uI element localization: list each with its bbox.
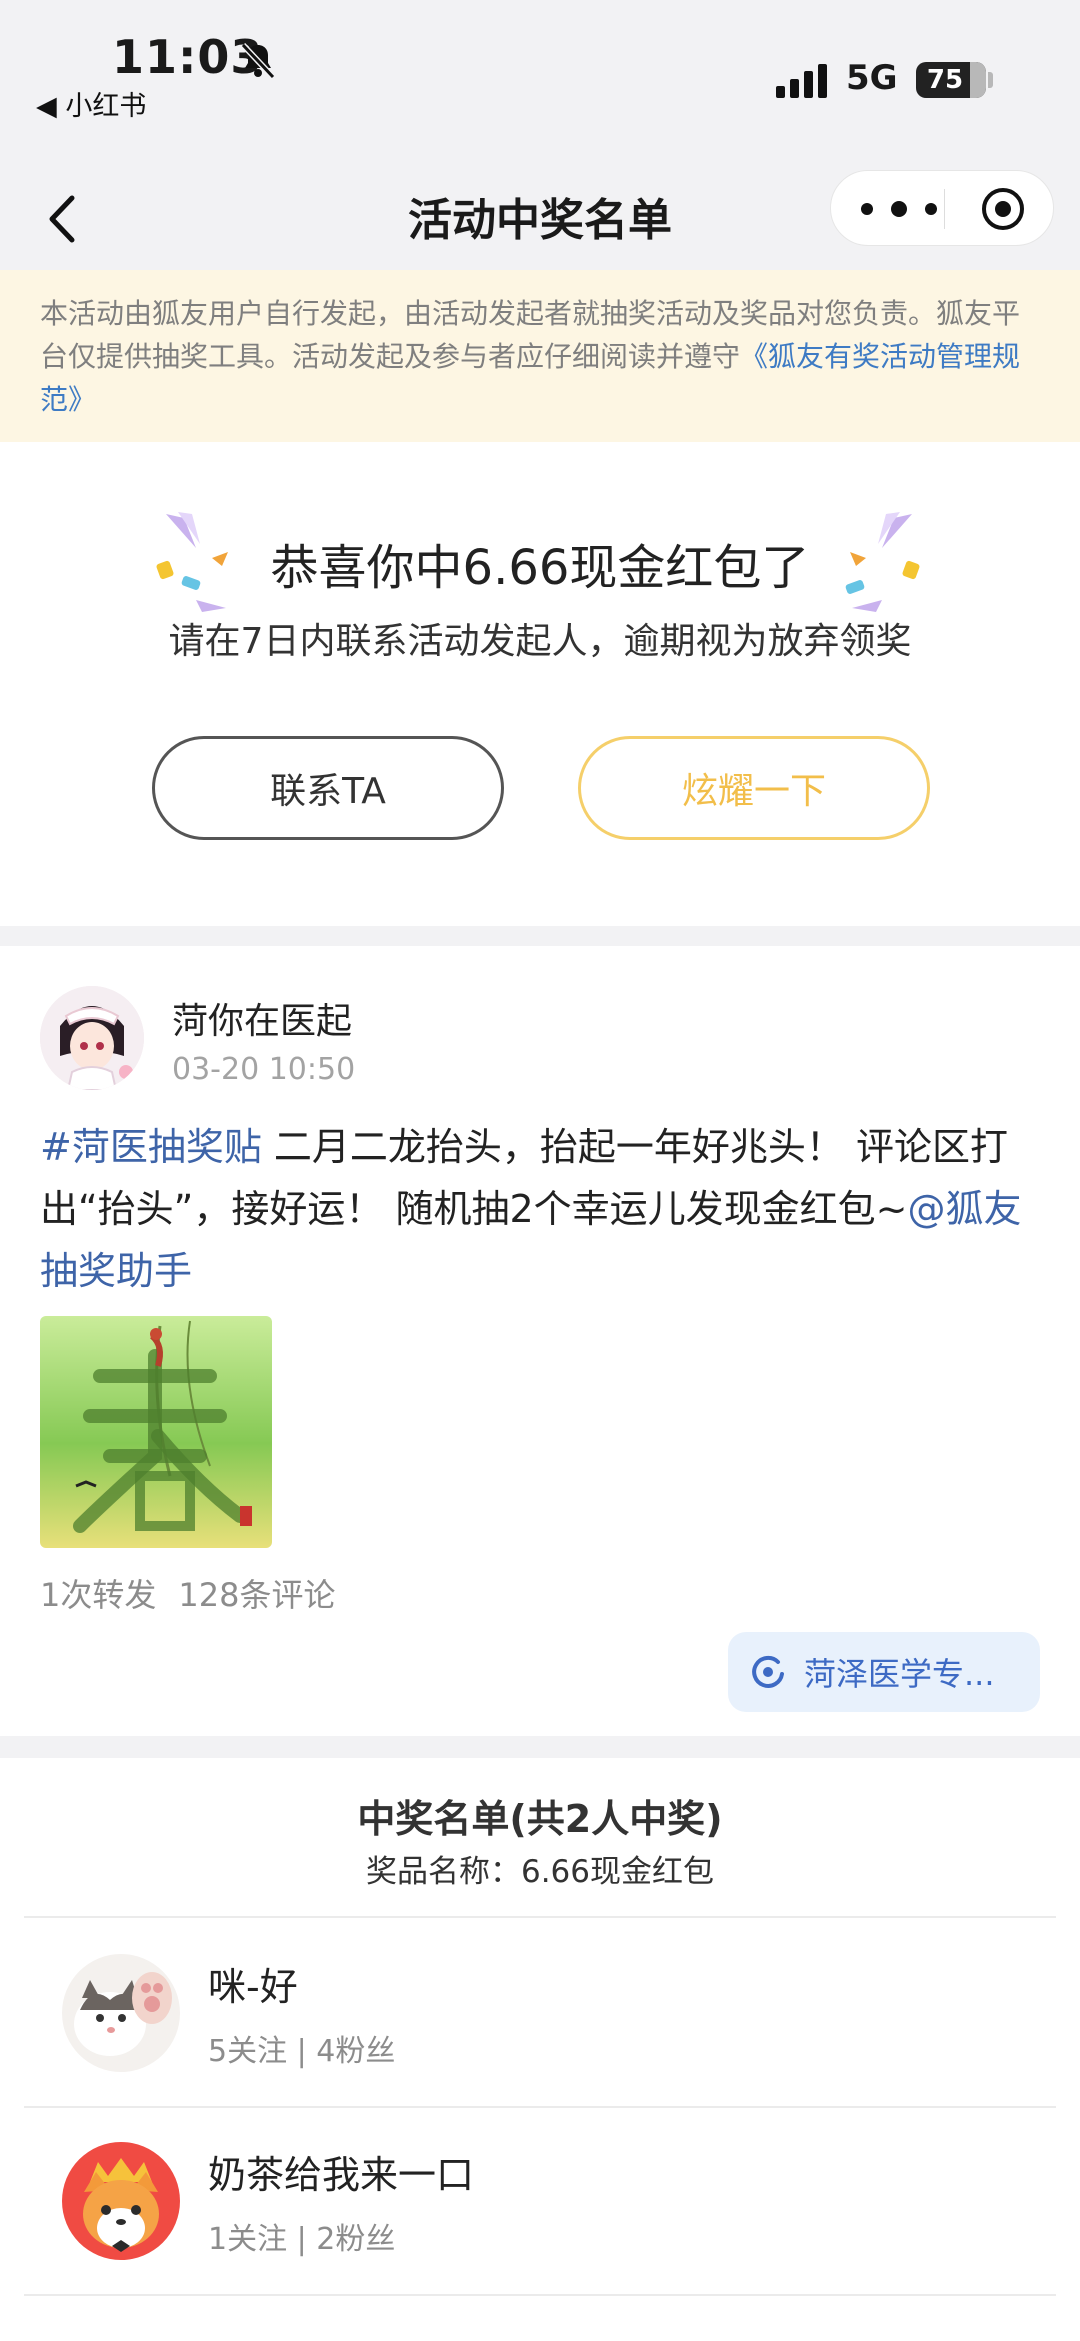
winner-list-title: 中奖名单(共2人中奖) — [357, 1797, 723, 1841]
repost-count[interactable]: 1次转发 — [40, 1576, 156, 1614]
nav-bar: 活动中奖名单 — [0, 170, 1080, 270]
capsule-divider — [944, 189, 945, 229]
back-to-app-link[interactable]: ◀ 小红书 — [36, 84, 146, 123]
prize-name: 奖品名称：6.66现金红包 — [365, 1854, 715, 1890]
winner-name[interactable]: 奶茶给我来一口 — [208, 2144, 474, 2199]
winner-list: 中奖名单(共2人中奖) 奖品名称：6.66现金红包 咪-好 5关注 | 4粉丝 — [0, 1758, 1080, 2341]
source-label: 菏泽医学专... — [804, 1655, 995, 1693]
congrats-card: 恭喜你中6.66现金红包了 请在7日内联系活动发起人，逾期视为放弃领奖 联系TA… — [0, 442, 1080, 926]
winner-avatar[interactable] — [62, 1954, 180, 2072]
winner-row[interactable]: 咪-好 5关注 | 4粉丝 — [0, 1920, 1080, 2106]
signal-icon — [776, 64, 827, 98]
battery-icon: 75 — [916, 62, 986, 98]
status-bar: 11:03 ◀ 小红书 5G 75 — [0, 0, 1080, 170]
close-miniapp-icon[interactable] — [979, 185, 1027, 233]
hashtag-link[interactable]: #菏医抽奖贴 — [40, 1125, 262, 1169]
battery-nub — [988, 72, 993, 88]
section-divider — [0, 1736, 1080, 1758]
post-time: 03-20 10:50 — [172, 1052, 356, 1087]
show-off-button[interactable]: 炫耀一下 — [578, 736, 930, 840]
winner-name[interactable]: 咪-好 — [208, 1956, 298, 2011]
winner-stats: 1关注 | 2粉丝 — [208, 2222, 396, 2257]
network-type: 5G — [846, 58, 898, 98]
disclaimer-notice: 本活动由狐友用户自行发起，由活动发起者就抽奖活动及奖品对您负责。狐友平台仅提供抽… — [0, 270, 1080, 442]
more-icon[interactable] — [861, 191, 937, 227]
list-divider — [24, 1916, 1056, 1918]
comment-count[interactable]: 128条评论 — [178, 1576, 335, 1614]
miniapp-capsule — [830, 170, 1054, 246]
author-avatar[interactable] — [40, 986, 144, 1090]
winner-avatar[interactable] — [62, 2142, 180, 2260]
section-divider — [0, 926, 1080, 946]
congrats-subtitle: 请在7日内联系活动发起人，逾期视为放弃领奖 — [168, 621, 912, 662]
post-stats: 1次转发 128条评论 — [40, 1570, 335, 1616]
post-card[interactable]: 菏你在医起 03-20 10:50 #菏医抽奖贴 二月二龙抬头，抬起一年好兆头！… — [0, 946, 1080, 1736]
contact-button[interactable]: 联系TA — [152, 736, 504, 840]
list-divider — [24, 2294, 1056, 2296]
battery-level: 75 — [926, 65, 964, 95]
source-chip[interactable]: 菏泽医学专... — [728, 1632, 1040, 1712]
author-name[interactable]: 菏你在医起 — [172, 992, 352, 1044]
winner-stats: 5关注 | 4粉丝 — [208, 2034, 396, 2069]
post-image[interactable] — [40, 1316, 272, 1548]
post-content: #菏医抽奖贴 二月二龙抬头，抬起一年好兆头！ 评论区打出“抬头”，接好运！ 随机… — [40, 1116, 1050, 1302]
winner-row[interactable]: 奶茶给我来一口 1关注 | 2粉丝 — [0, 2108, 1080, 2294]
circle-logo-icon — [752, 1655, 784, 1688]
bell-muted-icon — [240, 42, 276, 80]
confetti-right-icon — [845, 512, 920, 612]
